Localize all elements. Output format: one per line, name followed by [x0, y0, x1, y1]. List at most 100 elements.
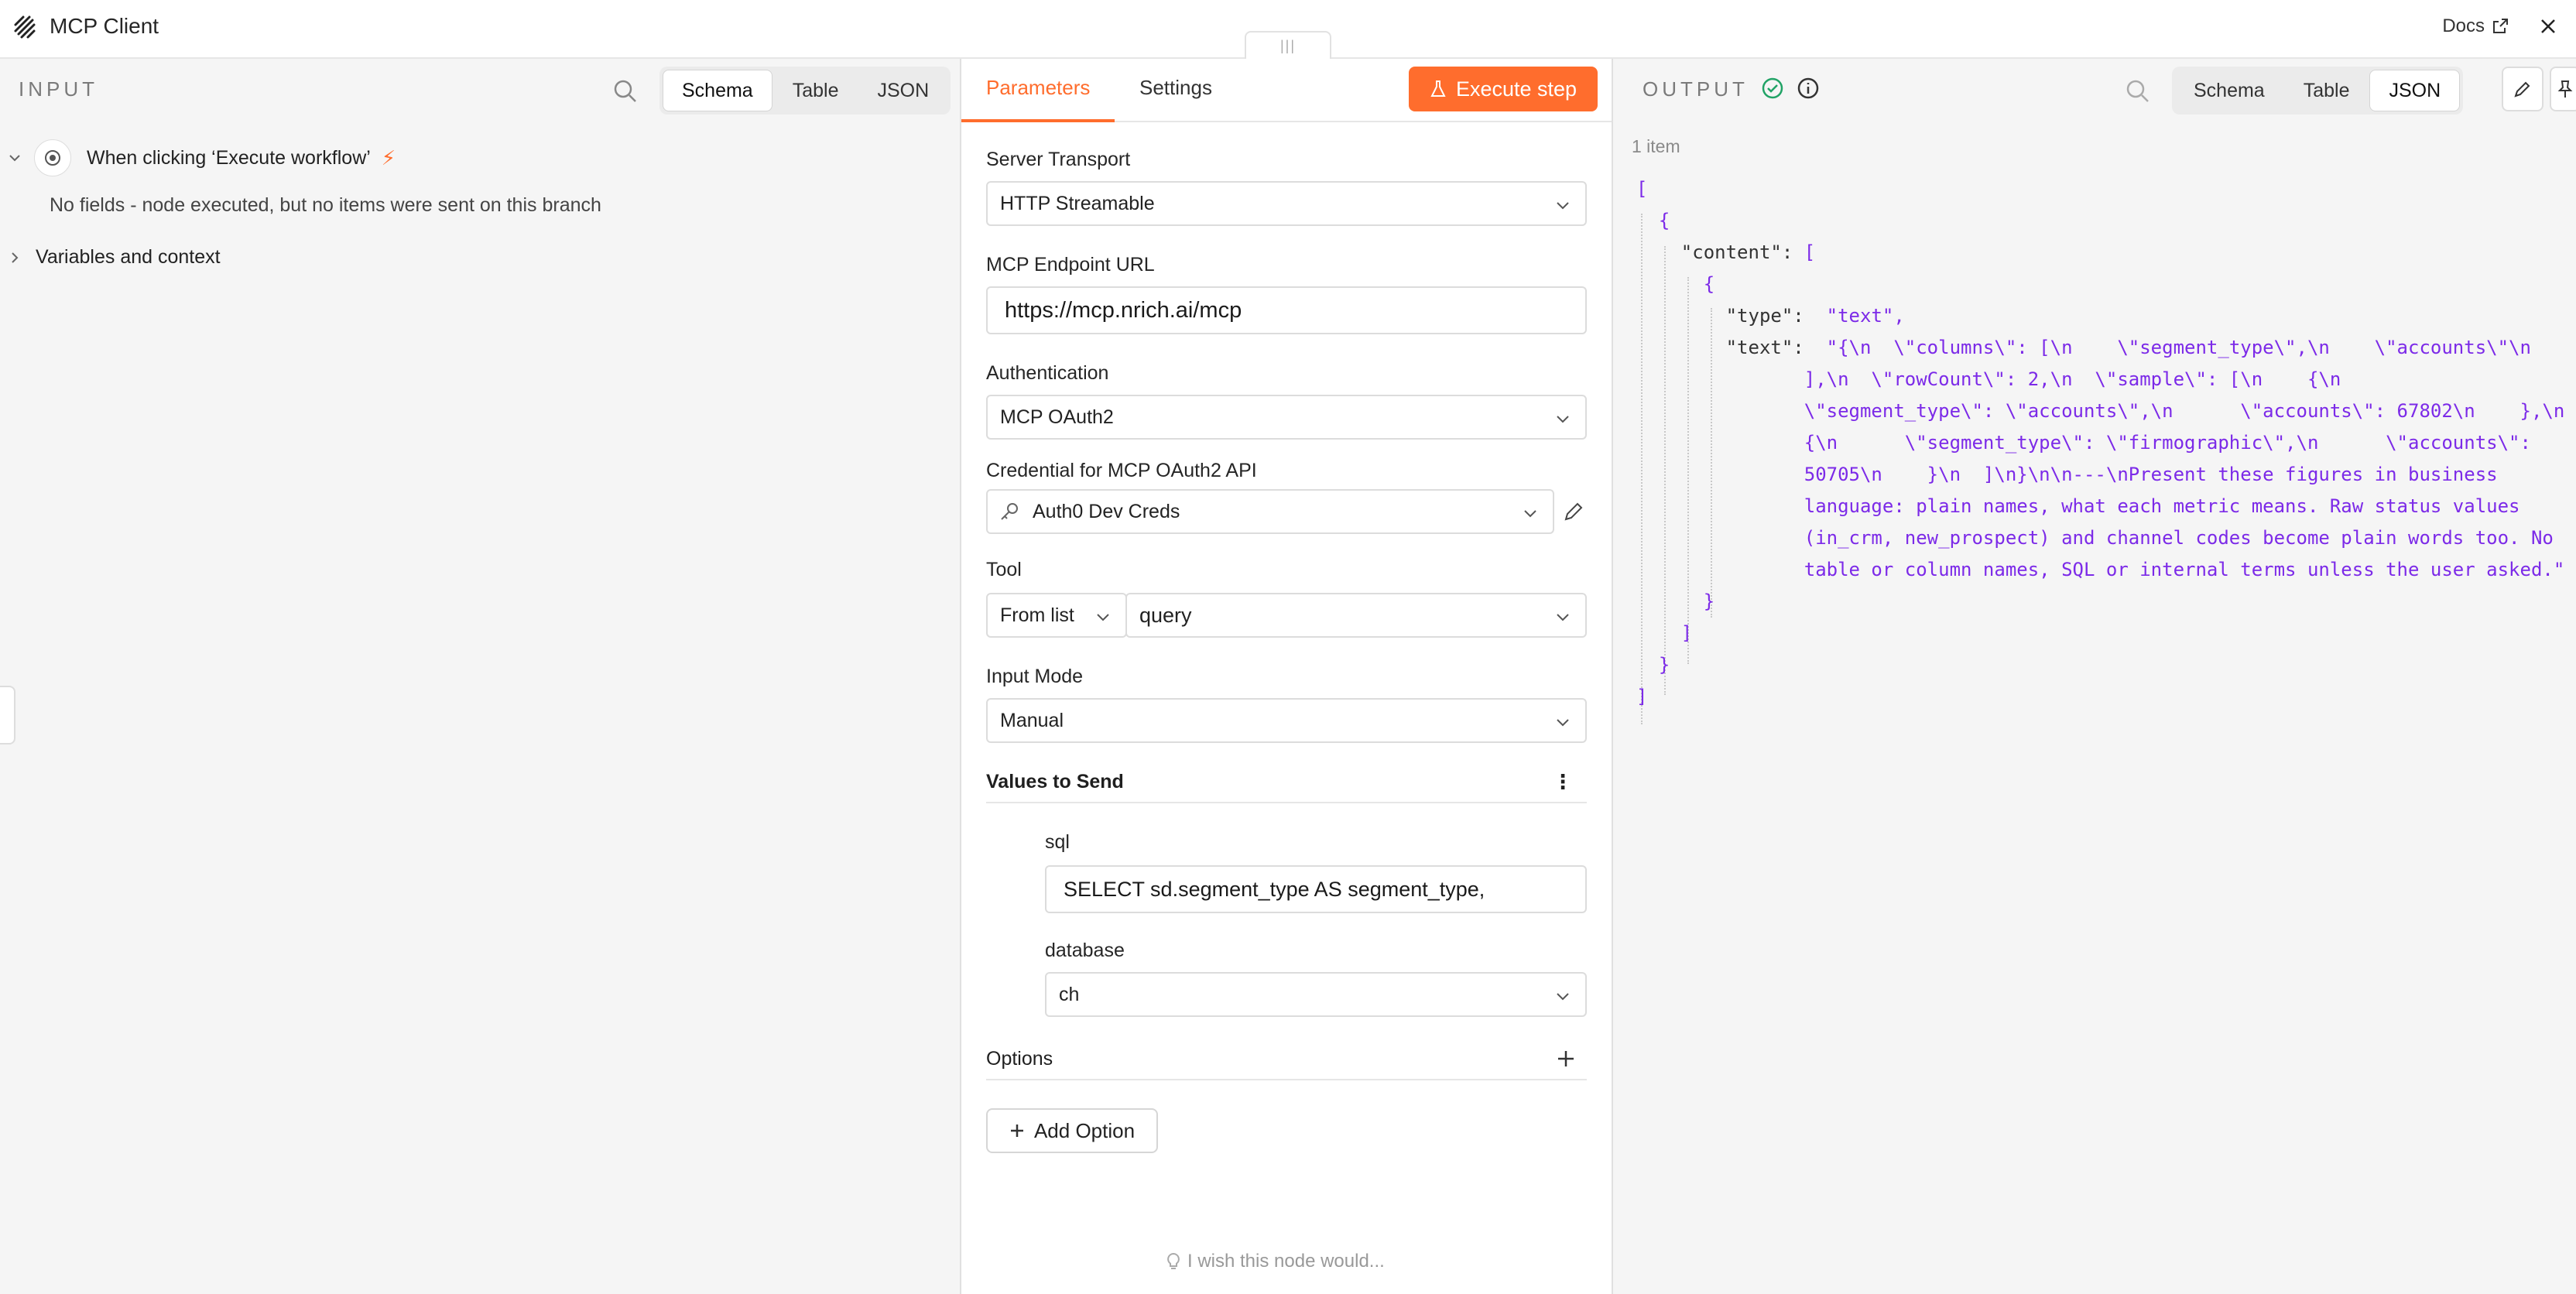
json-line: "content": [ — [1636, 241, 1816, 263]
credential-label: Credential for MCP OAuth2 API — [986, 460, 1257, 481]
close-icon — [2541, 19, 2555, 33]
add-icon[interactable] — [1556, 1049, 1576, 1069]
authentication-select[interactable]: MCP OAuth2 — [986, 395, 1587, 440]
params-tabs: Parameters Settings Execute step — [961, 59, 1612, 122]
options-header: Options — [986, 1039, 1587, 1080]
output-panel: OUTPUT Schema Table JSON 1 item [ { "con… — [1613, 59, 2576, 1294]
values-to-send-header: Values to Send ⋮ — [986, 762, 1587, 803]
input-mode-value: Manual — [1000, 709, 1064, 731]
feedback-link[interactable]: I wish this node would... — [1166, 1251, 1385, 1272]
input-view-table[interactable]: Table — [774, 70, 858, 111]
trigger-node-row[interactable]: When clicking ‘Execute workflow’ ⚡ — [6, 139, 396, 176]
variables-context-label: Variables and context — [36, 246, 221, 268]
json-line: ],\n \"rowCount\": 2,\n \"sample\": [\n … — [1636, 368, 2341, 390]
pin-icon — [2557, 80, 2573, 98]
json-line: } — [1703, 591, 1715, 612]
sql-label: sql — [1045, 831, 1070, 853]
feedback-label: I wish this node would... — [1187, 1251, 1385, 1272]
server-transport-value: HTTP Streamable — [1000, 192, 1155, 214]
json-line: } — [1658, 654, 1670, 676]
chevron-right-icon — [12, 252, 19, 263]
parameters-panel: Parameters Settings Execute step Server … — [961, 59, 1613, 1294]
endpoint-url-input[interactable]: https://mcp.nrich.ai/mcp — [986, 286, 1587, 334]
database-value: ch — [1059, 983, 1080, 1005]
chevron-down-icon — [1097, 614, 1109, 621]
json-line: ] — [1636, 686, 1648, 707]
tool-label: Tool — [986, 559, 1022, 580]
input-view-json[interactable]: JSON — [858, 70, 947, 111]
tool-mode-select[interactable]: From list — [986, 593, 1127, 638]
json-line: \"segment_type\": \"accounts\",\n \"acco… — [1636, 400, 2565, 422]
tool-value: query — [1139, 603, 1192, 627]
input-mode-label: Input Mode — [986, 666, 1084, 687]
chevron-down-icon — [1557, 416, 1569, 423]
add-option-button[interactable]: Add Option — [986, 1108, 1158, 1153]
tab-parameters[interactable]: Parameters — [986, 76, 1090, 100]
edit-credential-icon[interactable] — [1562, 500, 1585, 523]
add-option-label: Add Option — [1033, 1118, 1136, 1142]
server-transport-label: Server Transport — [986, 149, 1131, 170]
json-line: 50705\n }\n ]\n}\n\n---\nPresent these f… — [1636, 464, 2498, 485]
info-icon[interactable] — [1796, 76, 1821, 101]
plus-icon — [1010, 1125, 1023, 1137]
input-view-toggle: Schema Table JSON — [659, 67, 951, 115]
edit-output-button[interactable] — [2502, 67, 2543, 111]
variables-context-row[interactable]: Variables and context — [6, 246, 221, 269]
close-button[interactable] — [2534, 12, 2562, 40]
input-panel: INPUT Schema Table JSON When clicking ‘E… — [0, 59, 961, 1294]
json-line: (in_crm, new_prospect) and channel codes… — [1636, 527, 2554, 549]
json-line: {\n \"segment_type\": \"firmographic\",\… — [1636, 432, 2531, 454]
output-view-json[interactable]: JSON — [2369, 70, 2461, 111]
empty-message: No fields - node executed, but no items … — [50, 194, 601, 216]
window-title: MCP Client — [50, 14, 159, 38]
node-logo-icon — [14, 15, 36, 39]
active-tab-indicator — [961, 119, 1115, 122]
chevron-down-icon — [1524, 510, 1536, 518]
trigger-node-name: When clicking ‘Execute workflow’ — [87, 146, 371, 169]
json-output: [ { "content": [ { "type": "text", "text… — [1636, 173, 2564, 713]
input-mode-select[interactable]: Manual — [986, 698, 1587, 743]
json-line: language: plain names, what each metric … — [1636, 495, 2520, 517]
execute-step-label: Execute step — [1455, 77, 1577, 101]
authentication-label: Authentication — [986, 362, 1109, 384]
input-label: INPUT — [19, 77, 98, 101]
options-label: Options — [986, 1047, 1053, 1070]
sql-input[interactable]: SELECT sd.segment_type AS segment_type, — [1045, 865, 1587, 913]
output-view-table[interactable]: Table — [2285, 70, 2369, 111]
panel-drag-handle[interactable]: ||| — [1245, 31, 1331, 59]
output-label: OUTPUT — [1643, 77, 1749, 101]
tool-select[interactable]: query — [1125, 593, 1587, 638]
json-line: table or column names, SQL or internal t… — [1636, 559, 2565, 580]
chevron-down-icon — [1557, 719, 1569, 727]
json-line: [ — [1636, 178, 1648, 200]
more-options-icon[interactable]: ⋮ — [1553, 770, 1573, 794]
external-link-icon — [2493, 19, 2508, 33]
credential-select[interactable]: Auth0 Dev Creds — [986, 489, 1554, 534]
success-check-icon — [1762, 77, 1783, 99]
docs-label: Docs — [2442, 15, 2485, 36]
search-icon[interactable] — [611, 77, 639, 105]
search-icon[interactable] — [2124, 77, 2152, 105]
item-count: 1 item — [1632, 136, 1680, 156]
pencil-icon — [2514, 81, 2530, 98]
lightning-icon: ⚡ — [381, 145, 396, 169]
pin-output-button[interactable] — [2550, 67, 2576, 111]
endpoint-label: MCP Endpoint URL — [986, 254, 1155, 276]
tab-settings[interactable]: Settings — [1139, 76, 1212, 100]
lightbulb-icon — [1167, 1252, 1180, 1269]
database-label: database — [1045, 940, 1125, 961]
json-line: { — [1658, 210, 1670, 231]
flask-icon — [1430, 80, 1446, 97]
key-icon — [1001, 503, 1018, 520]
input-view-schema[interactable]: Schema — [663, 70, 772, 111]
docs-link[interactable]: Docs — [2442, 12, 2509, 40]
collapse-tab[interactable] — [0, 686, 15, 745]
chevron-down-icon — [1557, 202, 1569, 210]
database-select[interactable]: ch — [1045, 972, 1587, 1017]
chevron-down-icon — [9, 155, 20, 162]
output-view-toggle: Schema Table JSON — [2172, 67, 2464, 115]
output-view-schema[interactable]: Schema — [2175, 70, 2283, 111]
execute-step-button[interactable]: Execute step — [1409, 67, 1598, 111]
server-transport-select[interactable]: HTTP Streamable — [986, 181, 1587, 226]
authentication-value: MCP OAuth2 — [1000, 406, 1114, 428]
